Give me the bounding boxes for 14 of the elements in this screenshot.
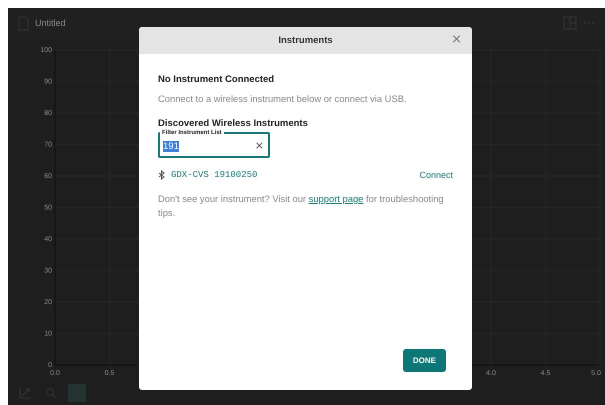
status-text: Connect to a wireless instrument below or connect via USB. bbox=[158, 93, 408, 104]
bluetooth-icon bbox=[158, 170, 165, 180]
device-name: GDX-CVS 19100250 bbox=[171, 170, 258, 180]
help-text: Don't see your instrument? Visit our support page for troubleshooting tips. bbox=[158, 192, 445, 220]
status-heading: No Instrument Connected bbox=[158, 74, 276, 85]
file-title: Untitled bbox=[35, 18, 66, 28]
clear-button[interactable]: × bbox=[254, 138, 264, 152]
dialog-title: Instruments bbox=[278, 35, 333, 46]
close-button[interactable]: × bbox=[451, 33, 462, 47]
done-button[interactable]: DONE bbox=[402, 349, 446, 372]
connect-link[interactable]: Connect bbox=[419, 170, 453, 180]
support-link[interactable]: support page bbox=[308, 193, 364, 204]
list-heading: Discovered Wireless Instruments bbox=[158, 118, 309, 129]
field-value: 191 bbox=[163, 141, 179, 152]
